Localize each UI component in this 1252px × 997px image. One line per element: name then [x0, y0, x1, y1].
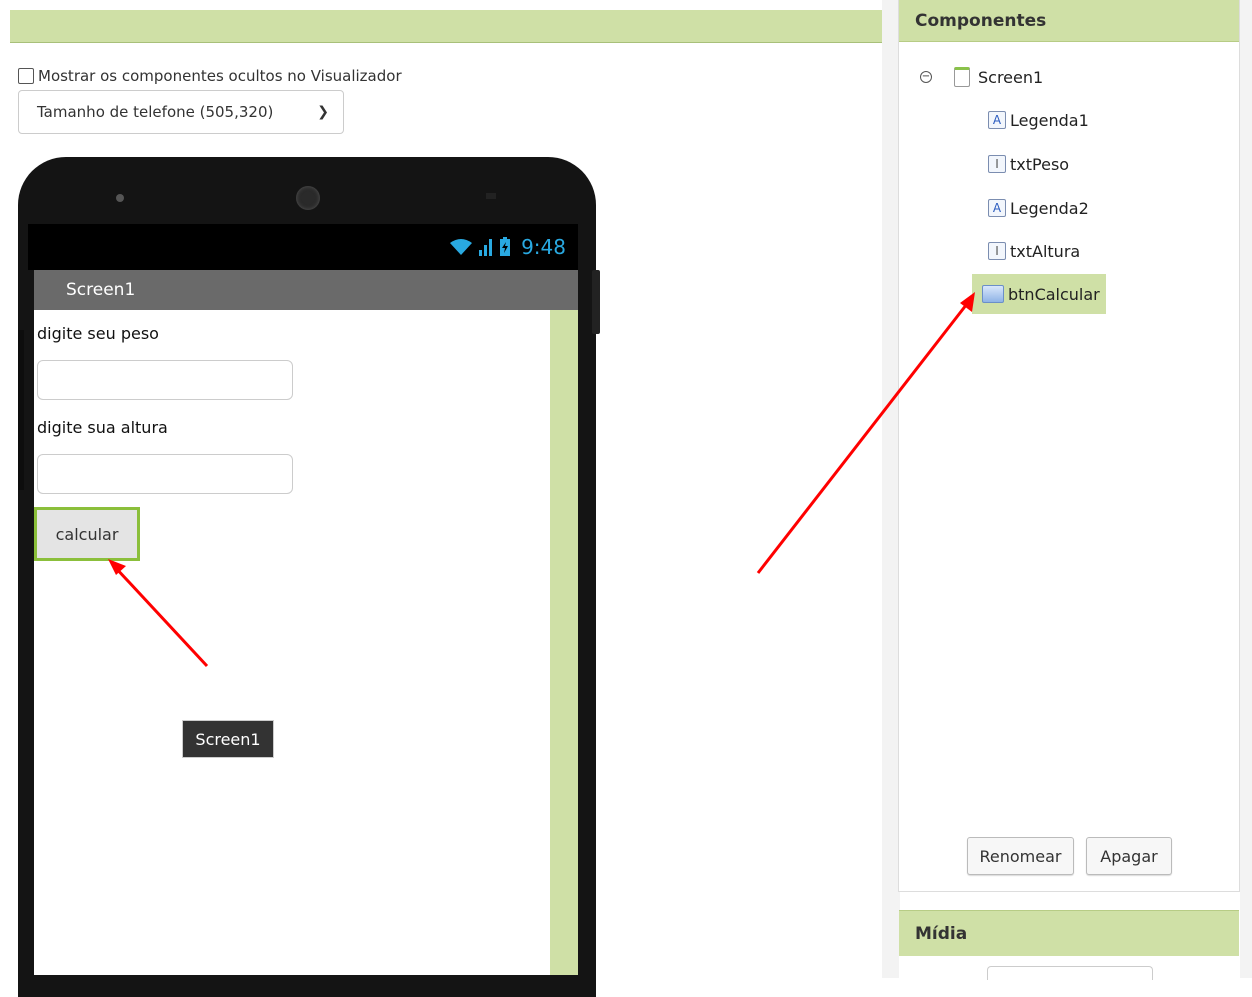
phone-camera-icon	[296, 186, 320, 210]
tree-item-txtpeso[interactable]: I txtPeso	[988, 146, 1069, 182]
calcular-button-label: calcular	[55, 524, 119, 544]
label-altura[interactable]: digite sua altura	[37, 418, 168, 437]
screen-canvas[interactable]	[34, 310, 550, 975]
label-icon: A	[988, 199, 1006, 217]
txtpeso-input[interactable]	[37, 360, 293, 400]
battery-charging-icon	[500, 237, 511, 256]
status-time: 9:48	[521, 235, 566, 259]
screen-icon	[954, 67, 970, 87]
panel-right-edge	[1240, 0, 1252, 978]
phone-size-select[interactable]: Tamanho de telefone (505,320) ❯	[18, 90, 344, 134]
app-title-bar: Screen1	[34, 270, 578, 310]
tree-item-label: Screen1	[978, 67, 1044, 87]
phone-power-button	[592, 270, 600, 334]
tree-item-btncalcular[interactable]: btnCalcular	[972, 274, 1106, 314]
show-hidden-components-row[interactable]: Mostrar os componentes ocultos no Visual…	[18, 64, 402, 88]
delete-button[interactable]: Apagar	[1086, 837, 1172, 875]
rename-button-label: Renomear	[979, 846, 1062, 866]
phone-size-value: Tamanho de telefone (505,320)	[37, 103, 274, 121]
phone-status-bar: 9:48	[28, 224, 578, 270]
tree-item-label: Legenda1	[1010, 110, 1089, 130]
media-header: Mídia	[899, 910, 1239, 956]
screen-tooltip: Screen1	[182, 720, 274, 758]
calcular-button[interactable]: calcular	[34, 507, 140, 561]
txtaltura-input[interactable]	[37, 454, 293, 494]
viewer-toolbar	[10, 10, 882, 43]
delete-button-label: Apagar	[1100, 846, 1158, 866]
tree-item-txtaltura[interactable]: I txtAltura	[988, 233, 1080, 269]
phone-speaker-icon	[486, 193, 496, 199]
chevron-down-icon: ❯	[317, 104, 329, 120]
screen-title: Screen1	[66, 280, 136, 300]
label-icon: A	[988, 111, 1006, 129]
label-peso[interactable]: digite seu peso	[37, 324, 159, 343]
media-title: Mídia	[915, 923, 968, 944]
tree-item-label: txtAltura	[1010, 241, 1081, 261]
show-hidden-checkbox[interactable]	[18, 68, 34, 84]
tree-item-label: txtPeso	[1010, 154, 1070, 174]
wifi-icon	[450, 239, 473, 255]
tree-item-legenda2[interactable]: A Legenda2	[988, 190, 1089, 226]
tree-item-screen1[interactable]: − Screen1	[920, 59, 1043, 95]
textbox-icon: I	[988, 242, 1006, 260]
textbox-icon: I	[988, 155, 1006, 173]
collapse-icon[interactable]: −	[920, 71, 932, 83]
screen-scroll-area	[550, 310, 578, 975]
components-header: Componentes	[899, 0, 1239, 42]
components-title: Componentes	[915, 10, 1047, 31]
rename-button[interactable]: Renomear	[967, 837, 1074, 875]
tooltip-text: Screen1	[195, 729, 261, 749]
phone-side-button	[18, 330, 24, 490]
signal-icon	[479, 239, 493, 256]
button-icon	[982, 285, 1004, 303]
phone-sensor-icon	[116, 194, 124, 202]
tree-item-legenda1[interactable]: A Legenda1	[988, 102, 1089, 138]
tree-item-label: Legenda2	[1010, 198, 1089, 218]
show-hidden-label: Mostrar os componentes ocultos no Visual…	[38, 67, 402, 85]
tree-item-label: btnCalcular	[1008, 284, 1100, 304]
